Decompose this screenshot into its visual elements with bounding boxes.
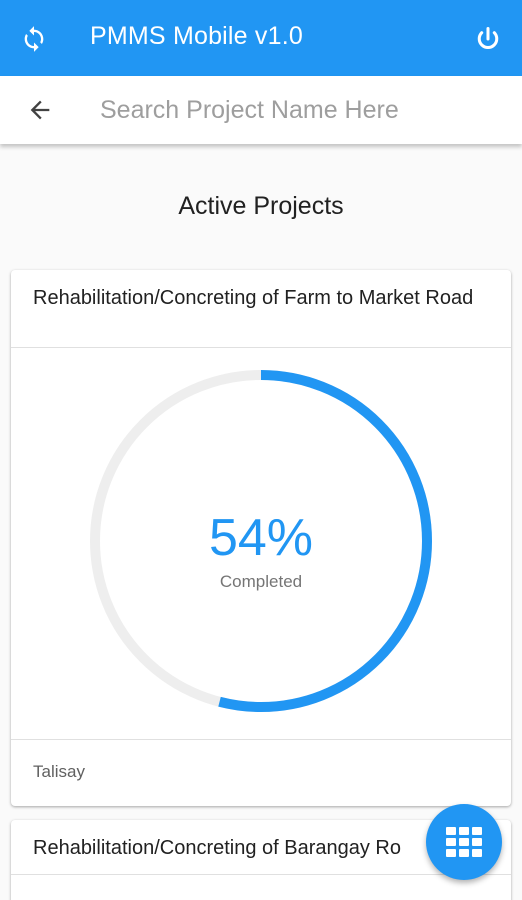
app-bar: PMMS Mobile v1.0: [0, 0, 522, 76]
percent-label: Completed: [219, 572, 303, 591]
app-title: PMMS Mobile v1.0: [90, 22, 303, 50]
percent-text: 54%: [208, 509, 314, 567]
project-name: Rehabilitation/Concreting of Farm to Mar…: [11, 270, 511, 348]
section-title: Active Projects: [178, 192, 344, 220]
project-list: Active Projects Rehabilitation/Concretin…: [0, 144, 522, 900]
project-card[interactable]: Rehabilitation/Concreting of Farm to Mar…: [11, 270, 511, 806]
arrow-back-icon[interactable]: [20, 90, 60, 130]
power-icon[interactable]: [468, 19, 508, 59]
progress-ring: 54% Completed: [11, 348, 511, 740]
search-input[interactable]: [100, 90, 500, 130]
project-location: Talisay: [33, 762, 85, 781]
apps-fab-button[interactable]: [426, 804, 502, 880]
grid-apps-icon: [446, 827, 482, 857]
search-bar: [0, 76, 522, 144]
refresh-icon[interactable]: [14, 19, 54, 59]
